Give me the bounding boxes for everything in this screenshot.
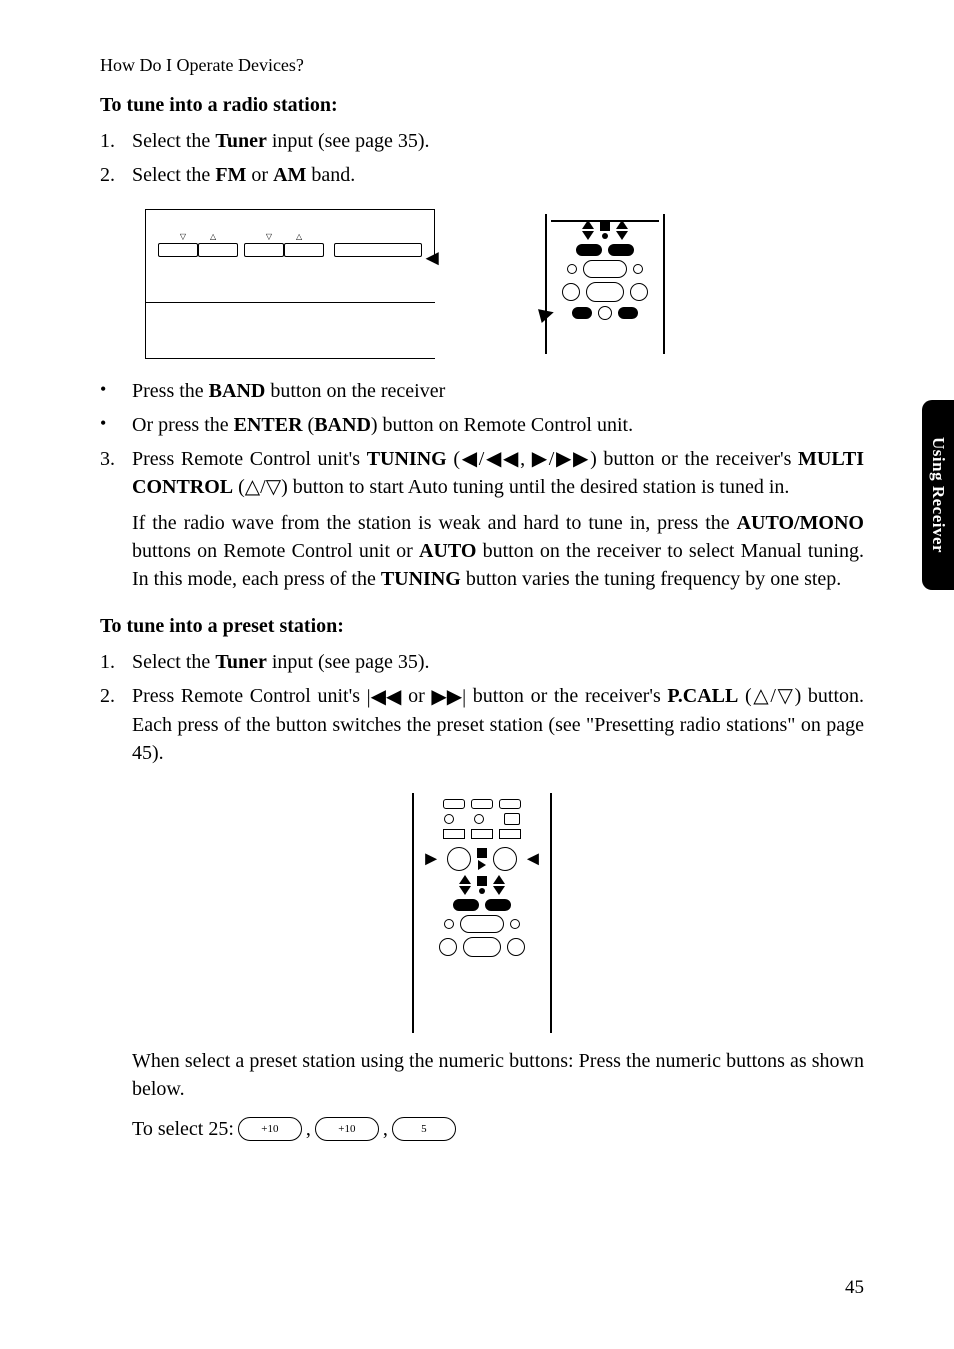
skip-prev-icon: |◀◀ <box>367 683 402 711</box>
list-item: 2. Select the FM or AM band. <box>100 161 864 189</box>
bold-text: AUTO <box>419 540 476 562</box>
item-content: Or press the ENTER (BAND) button on Remo… <box>132 411 864 439</box>
bold-text: BAND <box>314 414 371 436</box>
numeric-button-plus10: +10 <box>315 1117 379 1141</box>
text: input (see page 35). <box>267 130 430 152</box>
text: Press Remote Control unit's <box>132 448 367 470</box>
paragraph: If the radio wave from the station is we… <box>132 509 864 593</box>
remote-figure-center: ► ◄ <box>100 773 864 1043</box>
text: ) button on Remote Control unit. <box>371 414 633 436</box>
bold-text: TUNING <box>367 448 447 470</box>
item-number: 1. <box>100 127 132 155</box>
text: buttons on Remote Control unit or <box>132 540 419 562</box>
pointer-arrow-icon: ◄ <box>523 848 543 871</box>
list-item: • Or press the ENTER (BAND) button on Re… <box>100 411 864 439</box>
bold-text: TUNING <box>381 568 461 590</box>
numeric-button-5: 5 <box>392 1117 456 1141</box>
text: Press Remote Control unit's <box>132 685 367 707</box>
skip-next-icon: ▶▶| <box>431 683 466 711</box>
select-example: To select 25: +10, +10, 5 <box>132 1117 864 1141</box>
bullet-icon: • <box>100 377 132 405</box>
pointer-arrow-icon: ► <box>421 848 441 871</box>
list-item: 2. Press Remote Control unit's |◀◀ or ▶▶… <box>100 682 864 767</box>
list-item: 3. Press Remote Control unit's TUNING (◀… <box>100 445 864 501</box>
section-a-heading: To tune into a radio station: <box>100 94 864 117</box>
remote-control-diagram: ► <box>545 214 665 354</box>
list-item: 1. Select the Tuner input (see page 35). <box>100 127 864 155</box>
bold-text: Tuner <box>215 130 267 152</box>
item-content: Select the Tuner input (see page 35). <box>132 127 864 155</box>
bold-text: AUTO/MONO <box>737 512 864 534</box>
text: , <box>306 1118 311 1141</box>
receiver-panel-top: ▽△ ▽△ <box>146 209 435 263</box>
bold-text: FM <box>215 164 246 186</box>
text: To select 25: <box>132 1118 234 1141</box>
item-number: 2. <box>100 161 132 189</box>
item-number: 3. <box>100 445 132 501</box>
text: Press the <box>132 380 209 402</box>
text: Select the <box>132 130 215 152</box>
bold-text: AM <box>273 164 306 186</box>
text: , <box>383 1118 388 1141</box>
text: Or press the <box>132 414 234 436</box>
bold-text: P.CALL <box>667 685 738 707</box>
item-content: Select the FM or AM band. <box>132 161 864 189</box>
item-number: 1. <box>100 648 132 676</box>
figures-row: ▽△ ▽△ ◄ ► <box>145 209 864 359</box>
text: (△/▽) button to start Auto tuning until … <box>233 476 789 498</box>
item-number: 2. <box>100 682 132 767</box>
item-content: Press Remote Control unit's |◀◀ or ▶▶| b… <box>132 682 864 767</box>
section-b-heading: To tune into a preset station: <box>100 615 864 638</box>
side-tab: Using Receiver <box>922 400 954 590</box>
remote-control-diagram-large: ► ◄ <box>412 793 552 1033</box>
text: band. <box>306 164 355 186</box>
text: button on the receiver <box>265 380 445 402</box>
page-header: How Do I Operate Devices? <box>100 55 864 76</box>
item-content: Press Remote Control unit's TUNING (◀/◀◀… <box>132 445 864 501</box>
text: (◀/◀◀, ▶/▶▶) button or the receiver's <box>447 448 798 470</box>
text: input (see page 35). <box>267 651 430 673</box>
side-tab-label: Using Receiver <box>928 437 948 553</box>
list-item: • Press the BAND button on the receiver <box>100 377 864 405</box>
pointer-arrow-icon: ► <box>532 298 562 330</box>
text: If the radio wave from the station is we… <box>132 512 737 534</box>
text: Select the <box>132 164 215 186</box>
page-number: 45 <box>845 1277 864 1299</box>
bold-text: Tuner <box>215 651 267 673</box>
paragraph: When select a preset station using the n… <box>132 1047 864 1103</box>
bold-text: BAND <box>209 380 266 402</box>
text: button or the receiver's <box>466 685 667 707</box>
triangle-labels: ▽△ <box>266 232 302 241</box>
text: ( <box>303 414 315 436</box>
bold-text: ENTER <box>234 414 303 436</box>
pointer-arrow-icon: ◄ <box>421 245 443 271</box>
item-content: Press the BAND button on the receiver <box>132 377 864 405</box>
bullet-icon: • <box>100 411 132 439</box>
list-item: 1. Select the Tuner input (see page 35). <box>100 648 864 676</box>
item-content: Select the Tuner input (see page 35). <box>132 648 864 676</box>
triangle-labels: ▽△ <box>180 232 216 241</box>
text: button varies the tuning frequency by on… <box>461 568 841 590</box>
text: Select the <box>132 651 215 673</box>
receiver-diagram: ▽△ ▽△ ◄ <box>145 209 435 359</box>
text: or <box>246 164 273 186</box>
numeric-button-plus10: +10 <box>238 1117 302 1141</box>
